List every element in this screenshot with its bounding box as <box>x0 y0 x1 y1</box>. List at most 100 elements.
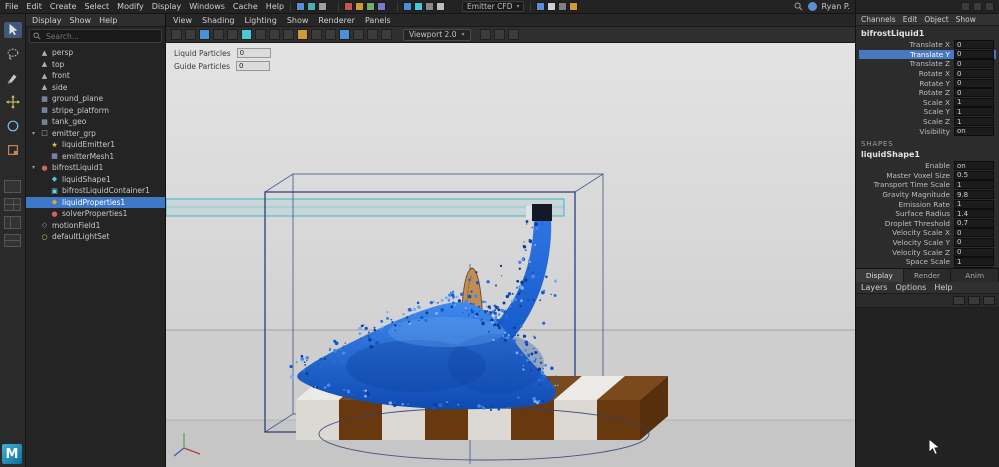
hud-value-field[interactable]: 0 <box>237 48 271 58</box>
pin-icon[interactable] <box>961 2 970 11</box>
channel-value-field[interactable]: 1 <box>954 257 994 266</box>
channel-name[interactable]: Gravity Magnitude <box>882 190 950 199</box>
viewport-toolbar-icon[interactable] <box>339 29 350 40</box>
channel-value-field[interactable]: on <box>954 161 994 170</box>
menu-item[interactable]: Select <box>84 2 109 11</box>
channel-name[interactable]: Transport Time Scale <box>874 180 950 189</box>
status-icon[interactable] <box>307 2 316 11</box>
channel-name[interactable]: Visibility <box>919 127 950 136</box>
copy-tab-icon[interactable] <box>973 2 982 11</box>
channel-name[interactable]: Translate X <box>910 40 950 49</box>
outliner-item[interactable]: ▦ ground_plane <box>26 93 165 105</box>
channel-box-menu-item[interactable]: Channels <box>861 15 896 24</box>
emitter-nozzle[interactable] <box>526 204 552 221</box>
channel-object-name[interactable]: bifrostLiquid1 <box>859 28 996 40</box>
move-tool[interactable] <box>4 94 22 110</box>
channel-value-field[interactable]: 0 <box>954 40 994 49</box>
status-icon[interactable] <box>377 2 386 11</box>
channel-row[interactable]: Visibility on <box>859 126 996 136</box>
menu-item[interactable]: Cache <box>233 2 258 11</box>
layer-editor-tab[interactable]: Display <box>856 269 904 282</box>
layer-list[interactable] <box>856 308 999 467</box>
viewport-toolbar-icon[interactable] <box>480 29 491 40</box>
viewport-toolbar-icon[interactable] <box>297 29 308 40</box>
viewport-scene[interactable] <box>166 43 855 467</box>
viewport-toolbar-icon[interactable] <box>311 29 322 40</box>
expand-arrow-icon[interactable]: ▾ <box>30 130 37 137</box>
layout-hypershade-button[interactable] <box>4 234 21 247</box>
outliner-menu-item[interactable]: Help <box>99 16 117 25</box>
channel-name[interactable]: Translate Z <box>910 59 950 68</box>
viewport-toolbar-icon[interactable] <box>381 29 392 40</box>
outliner-search-input[interactable] <box>44 31 158 42</box>
outliner-item[interactable]: ▲ persp <box>26 47 165 59</box>
outliner-item[interactable]: ▾ ● bifrostLiquid1 <box>26 162 165 174</box>
outliner-item[interactable]: ▦ stripe_platform <box>26 105 165 117</box>
layer-editor-menu-item[interactable]: Help <box>934 283 952 292</box>
viewport-toolbar-icon[interactable] <box>171 29 182 40</box>
channel-value-field[interactable]: 0 <box>954 228 994 237</box>
lasso-tool[interactable] <box>4 46 22 62</box>
channel-value-field[interactable]: 0.7 <box>954 219 994 228</box>
status-icon[interactable] <box>318 2 327 11</box>
preset-dropdown[interactable]: Emitter CFD ▾ <box>462 1 524 12</box>
new-layer-selected-button[interactable] <box>968 296 980 305</box>
channel-name[interactable]: Velocity Scale Z <box>892 248 950 257</box>
status-icon[interactable] <box>558 2 567 11</box>
channel-row[interactable]: Emission Rate 1 <box>859 199 996 209</box>
channel-box-menu-item[interactable]: Object <box>924 15 948 24</box>
channel-value-field[interactable]: 1 <box>954 180 994 189</box>
channel-value-field[interactable]: 1 <box>954 107 994 116</box>
status-icon[interactable] <box>425 2 434 11</box>
renderer-dropdown[interactable]: Viewport 2.0 ▾ <box>403 29 471 41</box>
channel-row[interactable]: Translate Z 0 <box>859 59 996 69</box>
channel-box-menu-item[interactable]: Show <box>956 15 976 24</box>
viewport-canvas[interactable]: Liquid Particles 0 Guide Particles 0 <box>166 43 855 467</box>
viewport-toolbar-icon[interactable] <box>199 29 210 40</box>
channel-box-menu-item[interactable]: Edit <box>903 15 918 24</box>
status-icon[interactable] <box>296 2 305 11</box>
channel-name[interactable]: Velocity Scale X <box>892 228 950 237</box>
viewport-toolbar-icon[interactable] <box>353 29 364 40</box>
channel-row[interactable]: Velocity Scale X 0 <box>859 228 996 238</box>
channel-row[interactable]: Scale Z 1 <box>859 117 996 127</box>
status-icon[interactable] <box>414 2 423 11</box>
status-icon[interactable] <box>355 2 364 11</box>
status-icon[interactable] <box>547 2 556 11</box>
channel-value-field[interactable]: 0 <box>954 69 994 78</box>
new-layer-button[interactable] <box>953 296 965 305</box>
channel-name[interactable]: Droplet Threshold <box>885 219 950 228</box>
viewport-menu-item[interactable]: Renderer <box>318 16 355 25</box>
status-icon[interactable] <box>403 2 412 11</box>
status-icon[interactable] <box>344 2 353 11</box>
viewport-menu-item[interactable]: Lighting <box>244 16 276 25</box>
menu-item[interactable]: Edit <box>26 2 42 11</box>
layout-four-view-button[interactable] <box>4 198 21 211</box>
channel-value-field[interactable]: 1 <box>954 98 994 107</box>
layer-editor-menu-item[interactable]: Options <box>895 283 926 292</box>
channel-row[interactable]: Droplet Threshold 0.7 <box>859 219 996 229</box>
channel-name[interactable]: Scale Z <box>923 117 950 126</box>
viewport-toolbar-icon[interactable] <box>508 29 519 40</box>
channel-value-field[interactable]: 0 <box>954 59 994 68</box>
viewport-toolbar-icon[interactable] <box>213 29 224 40</box>
channel-value-field[interactable]: 0 <box>954 88 994 97</box>
channel-row[interactable]: Gravity Magnitude 9.8 <box>859 190 996 200</box>
channel-row[interactable]: Scale X 1 <box>859 98 996 108</box>
menu-item[interactable]: Create <box>50 2 77 11</box>
layer-editor-tab[interactable]: Render <box>904 269 952 282</box>
outliner-item[interactable]: ▲ side <box>26 82 165 94</box>
outliner-item[interactable]: ▦ tank_geo <box>26 116 165 128</box>
move-layer-button[interactable] <box>983 296 995 305</box>
channel-value-field[interactable]: 0 <box>954 50 994 59</box>
close-icon[interactable] <box>985 2 994 11</box>
hud-value-field[interactable]: 0 <box>236 61 270 71</box>
viewport-toolbar-icon[interactable] <box>185 29 196 40</box>
channel-value-field[interactable]: 1 <box>954 117 994 126</box>
outliner-item[interactable]: ▦ emitterMesh1 <box>26 151 165 163</box>
viewport-toolbar-icon[interactable] <box>241 29 252 40</box>
rotate-tool[interactable] <box>4 118 22 134</box>
channel-value-field[interactable]: 0 <box>954 238 994 247</box>
outliner-item[interactable]: ▾ □ emitter_grp <box>26 128 165 140</box>
outliner-item[interactable]: ▲ front <box>26 70 165 82</box>
